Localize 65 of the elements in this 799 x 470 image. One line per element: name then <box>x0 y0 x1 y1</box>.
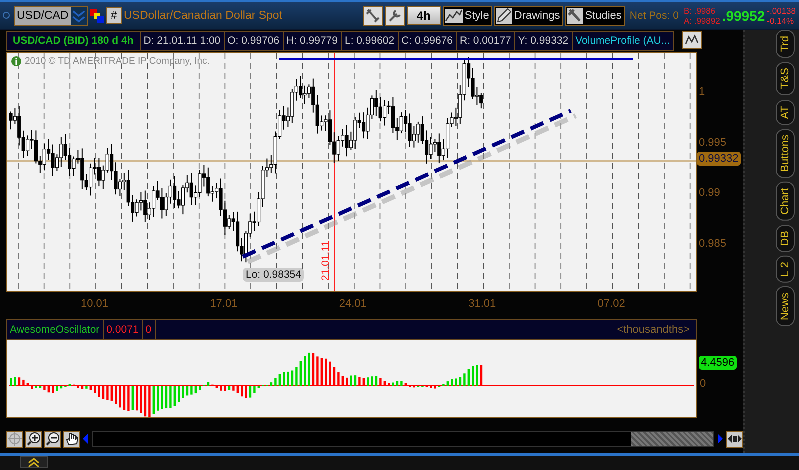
scroll-left-icon[interactable] <box>82 434 90 444</box>
ohlc-value: L: 0.99602 <box>342 31 399 51</box>
bid-price: B: .9986 <box>684 6 717 16</box>
copyright-text: 2010 © TD AMERITRADE IP Company, Inc. <box>25 56 210 67</box>
ohlc-value: H: 0.99779 <box>284 31 342 51</box>
study-label[interactable]: VolumeProfile (AU... <box>572 31 674 51</box>
zoom-out-icon[interactable] <box>44 430 61 448</box>
price-label: 0.99 <box>699 187 720 200</box>
pencil-icon <box>496 8 512 24</box>
ohlc-value: C: 0.99676 <box>398 31 457 51</box>
scroll-thumb[interactable] <box>631 432 713 446</box>
crosshair-icon[interactable] <box>6 430 23 448</box>
studies-button[interactable]: Studies <box>565 6 625 26</box>
date-label: 17.01 <box>210 298 238 310</box>
line-chart-icon <box>444 8 463 22</box>
aggregation-button[interactable]: 4h <box>406 6 441 25</box>
price-label: 1 <box>699 86 706 98</box>
expand-icon[interactable] <box>726 430 743 448</box>
side-tab[interactable]: Trd <box>776 30 795 58</box>
net-change: -.00138 <box>767 6 796 16</box>
side-tab[interactable]: L 2 <box>776 256 795 284</box>
cursor-date: 21.01.11 <box>320 240 332 284</box>
units-label: <thousandths> <box>617 324 691 336</box>
study-name: AwesomeOscillator <box>7 320 104 339</box>
squares-icon[interactable] <box>90 8 104 22</box>
price-label: 0.985 <box>699 238 727 250</box>
tool-icon <box>567 8 584 24</box>
chevron-up-icon[interactable] <box>20 456 48 468</box>
zoom-in-icon[interactable] <box>25 430 42 448</box>
ask-price: A: .99892 <box>684 16 720 26</box>
price-label: 0.995 <box>699 136 727 149</box>
zero-label: 0 <box>700 378 706 390</box>
date-label: 31.01 <box>468 298 496 310</box>
hash-button[interactable]: # <box>106 7 122 24</box>
drawings-button[interactable]: Drawings <box>494 6 564 26</box>
info-icon[interactable] <box>11 56 22 67</box>
percent-change: -0.14% <box>767 16 796 26</box>
side-tab[interactable]: News <box>776 287 795 327</box>
oscillator-value-tag: 4.4596 <box>699 356 737 370</box>
symbol-description: USDollar/Canadian Dollar Spot <box>124 10 283 22</box>
ohlc-value: Y: 0.99332 <box>515 31 573 51</box>
hand-icon[interactable] <box>63 430 80 448</box>
wrench-icon[interactable] <box>384 6 405 26</box>
date-label: 24.01 <box>339 298 367 310</box>
scroll-track[interactable] <box>92 431 714 447</box>
side-tab[interactable]: Chart <box>776 182 795 221</box>
study-value: 0.0071 <box>104 320 143 339</box>
date-label: 07.02 <box>598 298 626 310</box>
style-button[interactable]: Style <box>442 6 492 26</box>
symbol-field[interactable]: USD/CAD <box>14 6 88 26</box>
date-label: 10.01 <box>81 298 109 310</box>
side-tab[interactable]: DB <box>776 224 795 252</box>
net-position: Net Pos: 0 <box>630 10 679 22</box>
scroll-right-icon[interactable] <box>716 434 724 444</box>
ohlc-value: D: 21.01.11 1:00 <box>140 31 225 51</box>
side-tab[interactable]: Buttons <box>776 128 795 178</box>
side-tab[interactable]: AT <box>776 100 795 125</box>
tools-icon[interactable] <box>362 6 383 26</box>
last-price-tag: 0.99332 <box>697 152 741 166</box>
chart-title: USD/CAD (BID) 180 d 4h <box>6 31 141 51</box>
side-tab[interactable]: T&S <box>776 62 795 96</box>
ohlc-value: R: 0.00177 <box>457 31 516 51</box>
last-price: .99952 <box>722 8 766 24</box>
ohlc-value: O: 0.99706 <box>224 31 284 51</box>
low-label: Lo: 0.98354 <box>243 268 304 282</box>
